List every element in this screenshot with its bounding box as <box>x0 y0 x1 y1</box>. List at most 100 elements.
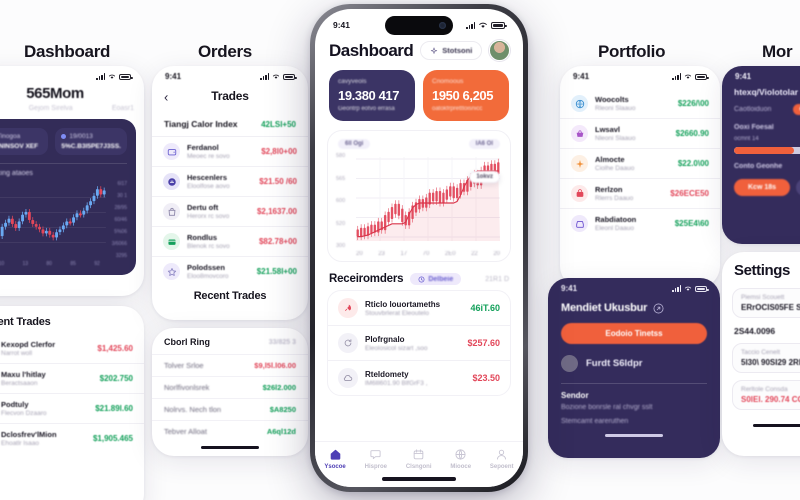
list-item[interactable]: Podtuly Flecvon Dzaaro $21.89l.60 <box>0 393 144 423</box>
panel-recent-trades: Recent Trades Kexopd ClerforNarrot woll $… <box>0 306 144 500</box>
table-row[interactable]: Tebver Alloat A6ql12d <box>152 420 308 442</box>
list-item[interactable]: Kexopd Clerfor Narrot woll $1,425.60 <box>0 334 144 363</box>
list-item-icon <box>571 215 588 232</box>
list-item-subtitle: Eleonl Daauo <box>595 225 635 232</box>
x-axis-labels: 20 23 17 70 2E0 22 20 <box>334 249 504 257</box>
list-item[interactable]: Hescenlers Eloolfose aovo $21.50 /60 <box>152 166 308 196</box>
list-item[interactable]: Rticlo louortameths Stouvbrlerat Eleoutel… <box>328 291 510 325</box>
chevron-left-icon[interactable]: ‹ <box>164 91 168 104</box>
avatar[interactable] <box>489 40 511 61</box>
tab-globe[interactable]: Miooce <box>450 448 471 470</box>
settings-field[interactable]: Piemsi Scouett ERrOCIS05FE SOl <box>732 288 800 318</box>
table-row-value: $26l2.000 <box>262 383 296 392</box>
y-axis-labels: 580 565 600 520 300 <box>336 153 356 249</box>
orders-footer-title: Recent Trades <box>193 290 267 302</box>
share-icon[interactable] <box>653 303 664 314</box>
table-row-value: $A8250 <box>269 405 296 414</box>
list-item-title: Rteldomety <box>365 369 409 379</box>
settings-field[interactable]: Rerltole Consda S0lEl. 290.74 CGR 0 <box>732 380 800 410</box>
list-item-text: Kexopd Clerfor Narrot woll <box>1 340 90 357</box>
axis-tick: 17 <box>400 251 408 257</box>
table-row[interactable]: Nolrvs. Nech tlon $A8250 <box>152 398 308 420</box>
candlestick-chart: 6l17 30 1 28/95 60/46 5%06 3/6066 3295 <box>0 181 127 259</box>
list-item-subtitle: Meoec re sovo <box>187 153 230 160</box>
merchant-section-label: Sendor <box>561 391 589 400</box>
table-row-value: $9,l5l.l06.00 <box>254 361 296 370</box>
panel-merchant-card: 9:41 Mendiet Ukusbur Eodoio Tinetss Furd… <box>548 278 720 458</box>
table-row[interactable]: Tolver Srloe $9,l5l.l06.00 <box>152 354 308 376</box>
tab-label: Clsngoni <box>405 464 432 470</box>
list-item-amount: $22.0\00 <box>677 159 709 168</box>
stat-card-secondary[interactable]: Cnomoous 1950 6,205 oatokfrpretttoisnicc <box>423 70 509 121</box>
list-item-amount: $2,8l0+00 <box>261 147 297 156</box>
status-time: 9:41 <box>561 284 578 293</box>
wifi-icon <box>272 74 280 79</box>
settings-field[interactable]: Taccio Cenelt 5l30\ 90SI29 2RLlS <box>732 343 800 373</box>
status-icons <box>672 73 709 80</box>
list-item[interactable]: Woocolts Rleoni Slaauo $226/\00 <box>560 89 720 118</box>
list-item[interactable]: Rerlzon Rlerrs Daauo $26ECE50 <box>560 178 720 208</box>
signal-icon <box>672 285 681 292</box>
page-title: Settings <box>734 262 790 279</box>
star-icon <box>167 267 176 276</box>
list-item[interactable]: Maxu l'hitlay Beractsaaon $202.750 <box>0 363 144 393</box>
more-primary-button[interactable]: Kcw 18s <box>734 179 791 196</box>
bag-icon <box>168 207 175 216</box>
wallet-icon <box>167 148 176 155</box>
tab-home[interactable]: Ysocoe <box>324 448 346 470</box>
list-item[interactable]: Plofrgnalo Eleolosicol sizart ,soo $257.60 <box>328 325 510 360</box>
divider <box>0 163 127 164</box>
recent-trades-list: Kexopd Clerfor Narrot woll $1,425.60 Maxu l… <box>0 334 144 453</box>
basket-icon <box>576 129 583 137</box>
inbox-icon <box>575 220 584 228</box>
list-item[interactable]: Dclosfrev'lMion Ehoatlr lsaao $1,905.465 <box>0 423 144 453</box>
list-item[interactable]: Polodssen Eloo8movcoro $21.58l+00 <box>152 256 308 286</box>
merchant-user-row[interactable]: Furdt S6ldpr <box>548 344 720 372</box>
spark-icon <box>575 159 584 168</box>
status-chip[interactable]: Stotsoni <box>420 41 483 60</box>
list-item-title: Woocolts <box>595 95 629 104</box>
status-icons <box>672 285 709 292</box>
more-secondary-button[interactable]: B <box>796 179 800 196</box>
person-icon <box>497 449 507 460</box>
list-item-amount: $21.50 /60 <box>259 177 297 186</box>
list-item[interactable]: Lwsavl Nleoni Slaauo $2660.90 <box>560 118 720 148</box>
section-chip[interactable]: Delbeie <box>410 273 462 285</box>
list-item-text: Rerlzon Rlerrs Daauo <box>595 185 663 202</box>
list-item-text: Podtuly Flecvon Dzaaro <box>1 400 88 417</box>
list-item[interactable]: Almocte Ciolhe Daauo $22.0\00 <box>560 148 720 178</box>
trading-card: Tinogoa 2ft NINSOV XEF 19/0013 5%C.B3l5P… <box>0 119 136 275</box>
stat-value: 2ft NINSOV XEF <box>0 143 39 150</box>
axis-tick: 80 <box>46 261 52 267</box>
chart-chip-left[interactable]: 6ll Ogi <box>338 139 371 149</box>
more-title: htexq/Violotolar tila <box>734 87 800 97</box>
axis-tick: 5%06 <box>114 229 127 235</box>
tab-chat[interactable]: Hisproe <box>365 448 387 470</box>
list-item[interactable]: Rteldomety lM6lll601.90 BlfGrF3 , $23.50 <box>328 360 510 395</box>
tab-person[interactable]: Sepoent <box>490 448 514 470</box>
list-item[interactable]: Rabdiatoon Eleonl Daauo $25E4\60 <box>560 208 720 238</box>
table-row-key: Nolrvs. Nech tlon <box>164 405 222 414</box>
tab-calendar[interactable]: Clsngoni <box>406 448 432 470</box>
list-item-subtitle: Rleoni Slaauo <box>595 105 636 112</box>
cloud-icon <box>343 374 353 381</box>
list-item[interactable]: Rondlus Blenok rc sovo $82.78+00 <box>152 226 308 256</box>
list-item-icon <box>338 368 358 388</box>
panel-orders-table: Cborl Ring 33/825 3 Tolver Srloe $9,l5l.l… <box>152 328 308 456</box>
status-bar: 9:41 <box>152 66 308 83</box>
stat-card-primary[interactable]: cavyveois 19.380 417 Geontrp eotvo erras… <box>329 70 415 121</box>
table-row[interactable]: Norlfivonlsrek $26l2.000 <box>152 376 308 398</box>
axis-tick: 60/46 <box>114 217 127 223</box>
portfolio-list: Woocolts Rleoni Slaauo $226/\00 Lwsavl Nleon… <box>560 83 720 238</box>
balance-meta: nodt Gejom Sirelva Eoasr1 <box>0 102 144 112</box>
stat-chip[interactable]: 19/0013 5%C.B3l5PE7J3SS. <box>55 128 127 155</box>
list-item[interactable]: Dertu oft Herorx rc sovo $2,1637.00 <box>152 196 308 226</box>
chart-chip-right[interactable]: lA6 Ol <box>468 139 500 149</box>
price-chart-card[interactable]: 6ll Ogi lA6 Ol 580 565 600 520 300 1okvz 20 2… <box>327 130 511 262</box>
wifi-icon <box>684 286 692 291</box>
list-item[interactable]: Ferdanol Meoec re sovo $2,8l0+00 <box>152 137 308 166</box>
merchant-action-button[interactable]: Eodoio Tinetss <box>561 323 707 344</box>
list-item-icon <box>571 125 588 142</box>
stat-chip[interactable]: Tinogoa 2ft NINSOV XEF <box>0 128 49 155</box>
field-value: ERrOCIS05FE SOl <box>741 303 800 312</box>
